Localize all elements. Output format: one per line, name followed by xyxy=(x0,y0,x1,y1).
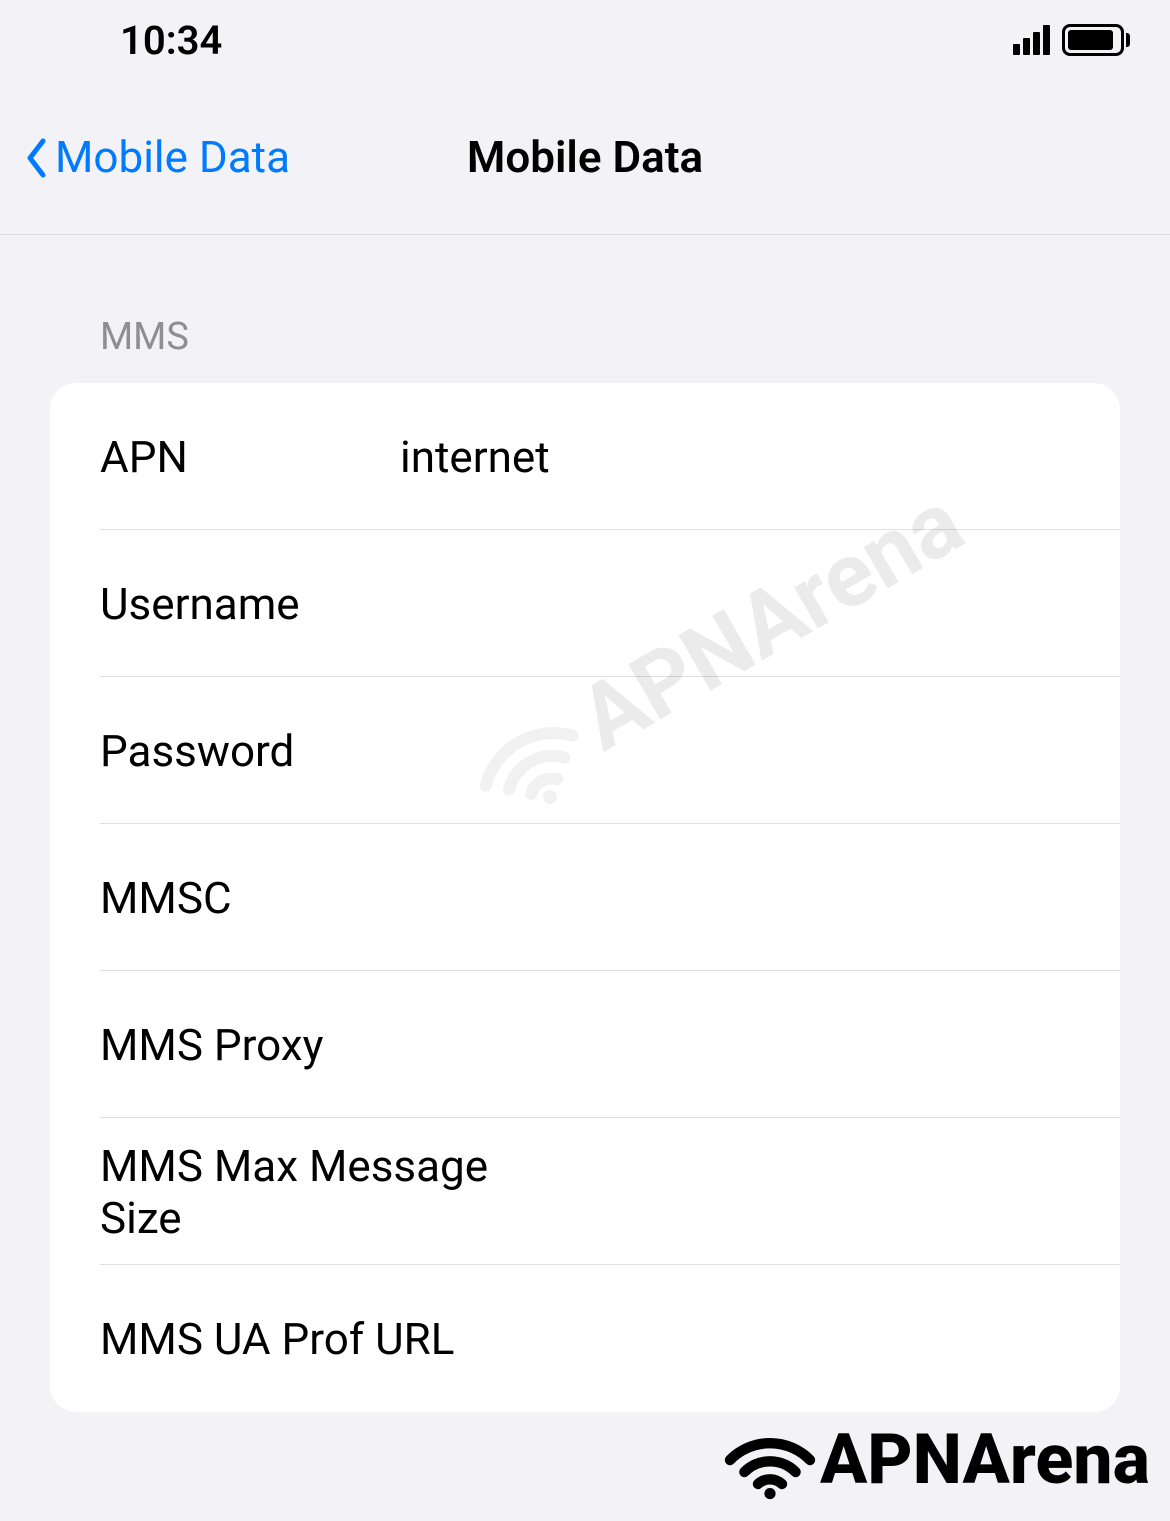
content-area: MMS APN Username Password MMSC MMS Proxy… xyxy=(0,235,1170,1412)
footer-logo-text: APNArena xyxy=(820,1419,1150,1501)
input-mmsc[interactable] xyxy=(400,872,1070,924)
label-password: Password xyxy=(100,725,400,777)
section-header-mms: MMS xyxy=(100,315,1120,359)
input-password[interactable] xyxy=(400,725,1070,777)
input-username[interactable] xyxy=(400,578,1070,630)
input-apn[interactable] xyxy=(400,431,1070,483)
chevron-left-icon xyxy=(25,137,47,177)
status-bar: 10:34 xyxy=(0,0,1170,80)
navigation-bar: Mobile Data Mobile Data xyxy=(0,80,1170,235)
row-apn[interactable]: APN xyxy=(50,383,1120,530)
row-mms-proxy[interactable]: MMS Proxy xyxy=(50,971,1120,1118)
settings-group-mms: APN Username Password MMSC MMS Proxy MMS… xyxy=(50,383,1120,1412)
row-mms-max-size[interactable]: MMS Max Message Size xyxy=(50,1118,1120,1265)
label-mms-proxy: MMS Proxy xyxy=(100,1019,400,1071)
label-mmsc: MMSC xyxy=(100,872,400,924)
back-button[interactable]: Mobile Data xyxy=(25,131,290,183)
battery-icon xyxy=(1062,24,1130,56)
footer-logo: APNArena xyxy=(720,1419,1150,1501)
page-title: Mobile Data xyxy=(467,131,703,183)
label-username: Username xyxy=(100,578,400,630)
row-password[interactable]: Password xyxy=(50,677,1120,824)
row-mmsc[interactable]: MMSC xyxy=(50,824,1120,971)
status-indicators xyxy=(1013,24,1130,56)
row-mms-ua-prof[interactable]: MMS UA Prof URL xyxy=(50,1265,1120,1412)
label-apn: APN xyxy=(100,431,400,483)
input-mms-ua-prof[interactable] xyxy=(512,1313,1070,1365)
label-mms-ua-prof: MMS UA Prof URL xyxy=(100,1313,512,1365)
input-mms-proxy[interactable] xyxy=(400,1019,1070,1071)
status-time: 10:34 xyxy=(120,17,222,64)
label-mms-max-size: MMS Max Message Size xyxy=(100,1140,512,1244)
cellular-signal-icon xyxy=(1013,25,1050,55)
wifi-icon xyxy=(720,1420,820,1500)
row-username[interactable]: Username xyxy=(50,530,1120,677)
back-label: Mobile Data xyxy=(55,131,290,183)
input-mms-max-size[interactable] xyxy=(512,1166,1070,1218)
